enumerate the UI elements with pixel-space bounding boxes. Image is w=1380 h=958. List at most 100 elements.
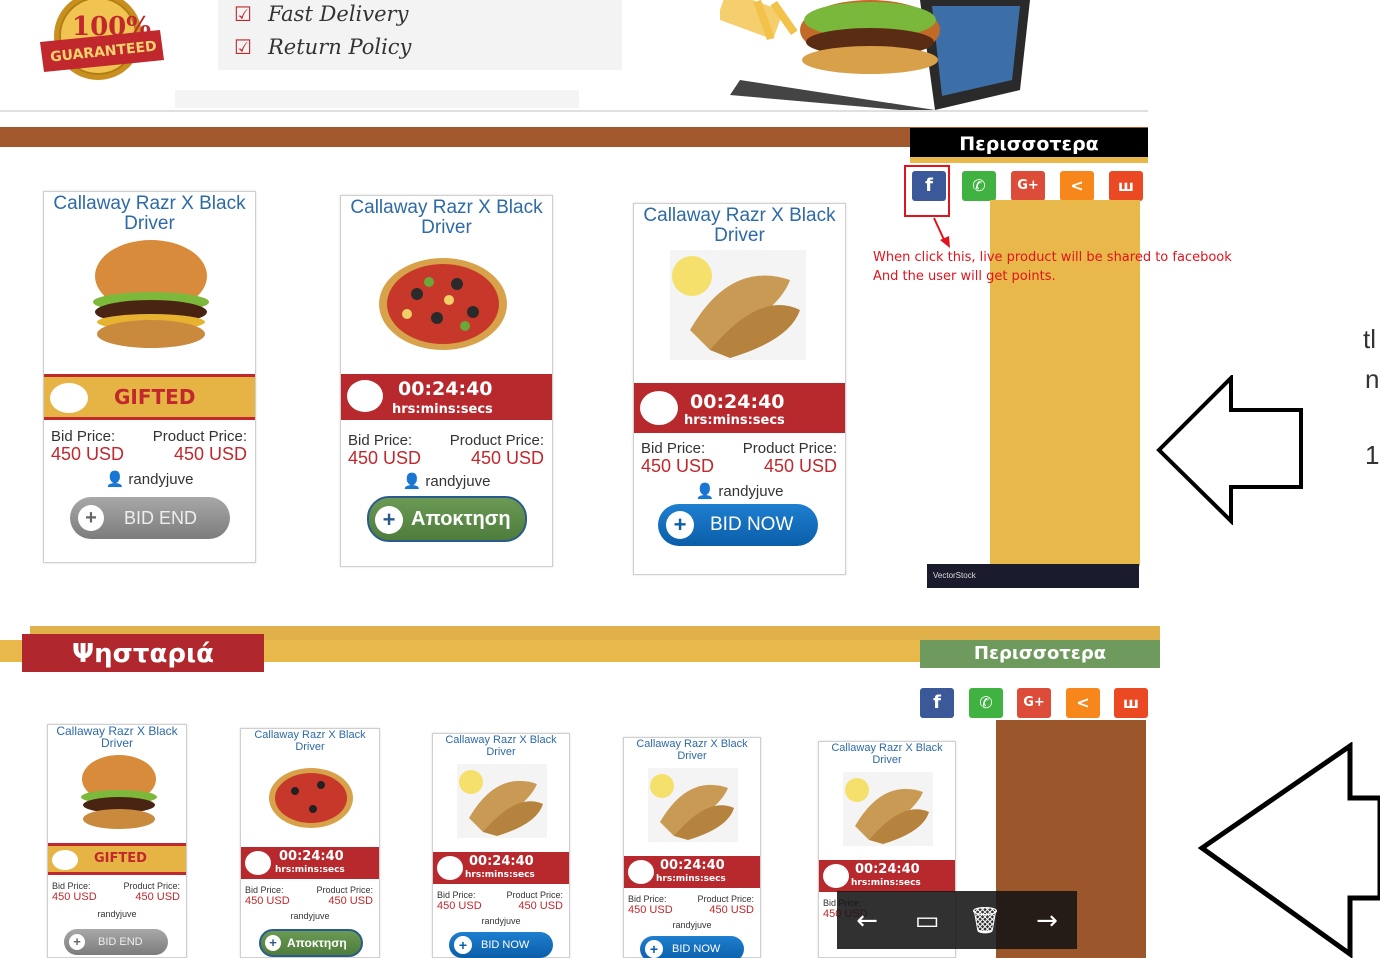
bid-label: Bid Price: (348, 432, 413, 449)
bid-label: Bid Price: (628, 894, 667, 904)
product-title[interactable]: Callaway Razr X Black Driver (624, 738, 760, 762)
plus-icon: + (375, 506, 403, 534)
bid-label: Bid Price: (51, 428, 116, 445)
whatsapp-icon[interactable]: ✆ (969, 688, 1003, 718)
bid-label: Bid Price: (641, 440, 706, 457)
photo-viewer-toolbar: ← ▭ 🗑 → (837, 891, 1077, 949)
product-price-label: Product Price: (123, 881, 180, 891)
product-title[interactable]: Callaway Razr X Black Driver (341, 198, 552, 238)
product-price: 450 USD (135, 891, 180, 903)
more-tab-underline (910, 157, 1148, 163)
divider (0, 110, 1148, 112)
product-title[interactable]: Callaway Razr X Black Driver (433, 734, 569, 758)
more-tab[interactable]: Περισσοτερα (910, 128, 1148, 158)
feature-fast-delivery: ☑ Fast Delivery (234, 2, 409, 26)
previous-arrow-icon[interactable]: ← (847, 903, 887, 939)
acquire-button[interactable]: + Αποκτηση (367, 496, 527, 542)
present-icon[interactable]: ▭ (907, 903, 947, 939)
ad-strip[interactable]: VectorStock (927, 564, 1139, 588)
acquire-button[interactable]: + Αποκτηση (259, 929, 363, 957)
bidder-user: 👤 randyjuve (695, 483, 784, 500)
countdown-timer: 00:24:40 hrs:mins:secs (341, 374, 552, 420)
cutoff-text: 1 (1365, 440, 1380, 470)
product-title[interactable]: Callaway Razr X Black Driver (241, 729, 379, 753)
bid-label: Bid Price: (437, 890, 476, 900)
product-price-label: Product Price: (152, 428, 247, 445)
product-image-burger (81, 755, 157, 829)
plus-icon: + (265, 935, 281, 951)
product-card[interactable]: Callaway Razr X Black Driver 00:24:40 hr… (432, 733, 570, 958)
next-arrow-icon[interactable]: → (1027, 903, 1067, 939)
bid-price: 450 USD (641, 456, 715, 476)
bidder-user: 👤 randyjuve (105, 471, 194, 488)
delete-icon[interactable]: 🗑 (965, 903, 1005, 939)
product-image-fish (457, 764, 547, 838)
bidder-user: randyjuve (290, 911, 330, 921)
product-card[interactable]: Callaway Razr X Black Driver GIFTED Bid … (47, 724, 187, 958)
facebook-icon[interactable]: f (920, 688, 954, 718)
bid-label: Bid Price: (52, 881, 91, 891)
product-price-label: Product Price: (316, 885, 373, 895)
plus-icon: + (454, 936, 472, 954)
share-icon[interactable]: < (1060, 171, 1094, 201)
features-box: ☑ Fast Delivery ☑ Return Policy (218, 0, 622, 70)
checkbox-icon: ☑ (234, 2, 252, 26)
product-image-burger (92, 238, 210, 361)
annotation-text: When click this, live product will be sh… (873, 250, 1232, 284)
product-price: 450 USD (328, 895, 373, 907)
left-arrow-icon (1156, 375, 1303, 525)
status-badge: GIFTED (44, 374, 255, 420)
bidder-user: randyjuve (97, 909, 137, 919)
bid-now-button[interactable]: + BID NOW (658, 504, 818, 546)
stumbleupon-icon[interactable]: ꟺ (1114, 688, 1148, 718)
share-icon[interactable]: < (1066, 688, 1100, 718)
product-price: 450 USD (709, 904, 754, 916)
bid-price: 450 USD (245, 895, 290, 907)
cutoff-text: n (1365, 364, 1380, 394)
bid-now-button[interactable]: + BID NOW (449, 932, 553, 958)
checkbox-icon: ☑ (234, 35, 252, 59)
whatsapp-icon[interactable]: ✆ (962, 171, 996, 201)
bid-now-button[interactable]: + BID NOW (640, 936, 744, 958)
bid-end-button[interactable]: + BID END (64, 929, 168, 955)
product-card[interactable]: Callaway Razr X Black Driver 00:24:40 hr… (240, 728, 380, 958)
category-tab[interactable]: Ψησταριά (22, 634, 264, 672)
facebook-highlight-box (904, 165, 950, 217)
product-price: 450 USD (763, 456, 837, 476)
bid-price: 450 USD (437, 900, 482, 912)
product-price-label: Product Price: (742, 440, 837, 457)
bid-price: 450 USD (348, 448, 422, 468)
annotation-arrow-icon (933, 217, 950, 248)
product-price-label: Product Price: (697, 894, 754, 904)
product-title[interactable]: Callaway Razr X Black Driver (44, 194, 255, 234)
left-arrow-icon (1198, 742, 1380, 958)
product-price: 450 USD (173, 444, 247, 464)
product-card[interactable]: Callaway Razr X Black Driver GIFTED Bid … (43, 191, 256, 563)
plus-icon: + (666, 511, 694, 539)
screenshot-root: 100% GUARANTEED ☑ Fast Delivery ☑ Return… (0, 0, 1380, 958)
google-plus-icon[interactable]: G+ (1011, 171, 1045, 201)
product-image-pizza (269, 768, 353, 828)
feature-return-policy: ☑ Return Policy (234, 35, 412, 59)
countdown-timer: 00:24:40 hrs:mins:secs (433, 852, 569, 884)
stumbleupon-icon[interactable]: ꟺ (1109, 171, 1143, 201)
user-icon: 👤 (695, 483, 719, 500)
product-card[interactable]: Callaway Razr X Black Driver 00:24:40 hr… (633, 203, 846, 575)
product-image-fish (648, 768, 738, 842)
product-title[interactable]: Callaway Razr X Black Driver (634, 206, 845, 246)
product-image-pizza (377, 254, 509, 359)
plus-icon: + (78, 505, 104, 531)
product-title[interactable]: Callaway Razr X Black Driver (48, 725, 186, 749)
bidder-user: 👤 randyjuve (402, 473, 491, 490)
banner-strip (175, 90, 579, 108)
product-card[interactable]: Callaway Razr X Black Driver 00:24:40 hr… (623, 737, 761, 958)
product-card[interactable]: Callaway Razr X Black Driver 00:24:40 hr… (340, 195, 553, 567)
countdown-timer: 00:24:40 hrs:mins:secs (819, 860, 955, 892)
product-image-fish (843, 772, 933, 846)
google-plus-icon[interactable]: G+ (1017, 688, 1051, 718)
more-tab[interactable]: Περισσοτερα (920, 640, 1160, 668)
product-title[interactable]: Callaway Razr X Black Driver (819, 742, 955, 766)
bid-price: 450 USD (628, 904, 673, 916)
status-badge: GIFTED (48, 843, 186, 875)
bid-end-button[interactable]: + BID END (70, 497, 230, 539)
